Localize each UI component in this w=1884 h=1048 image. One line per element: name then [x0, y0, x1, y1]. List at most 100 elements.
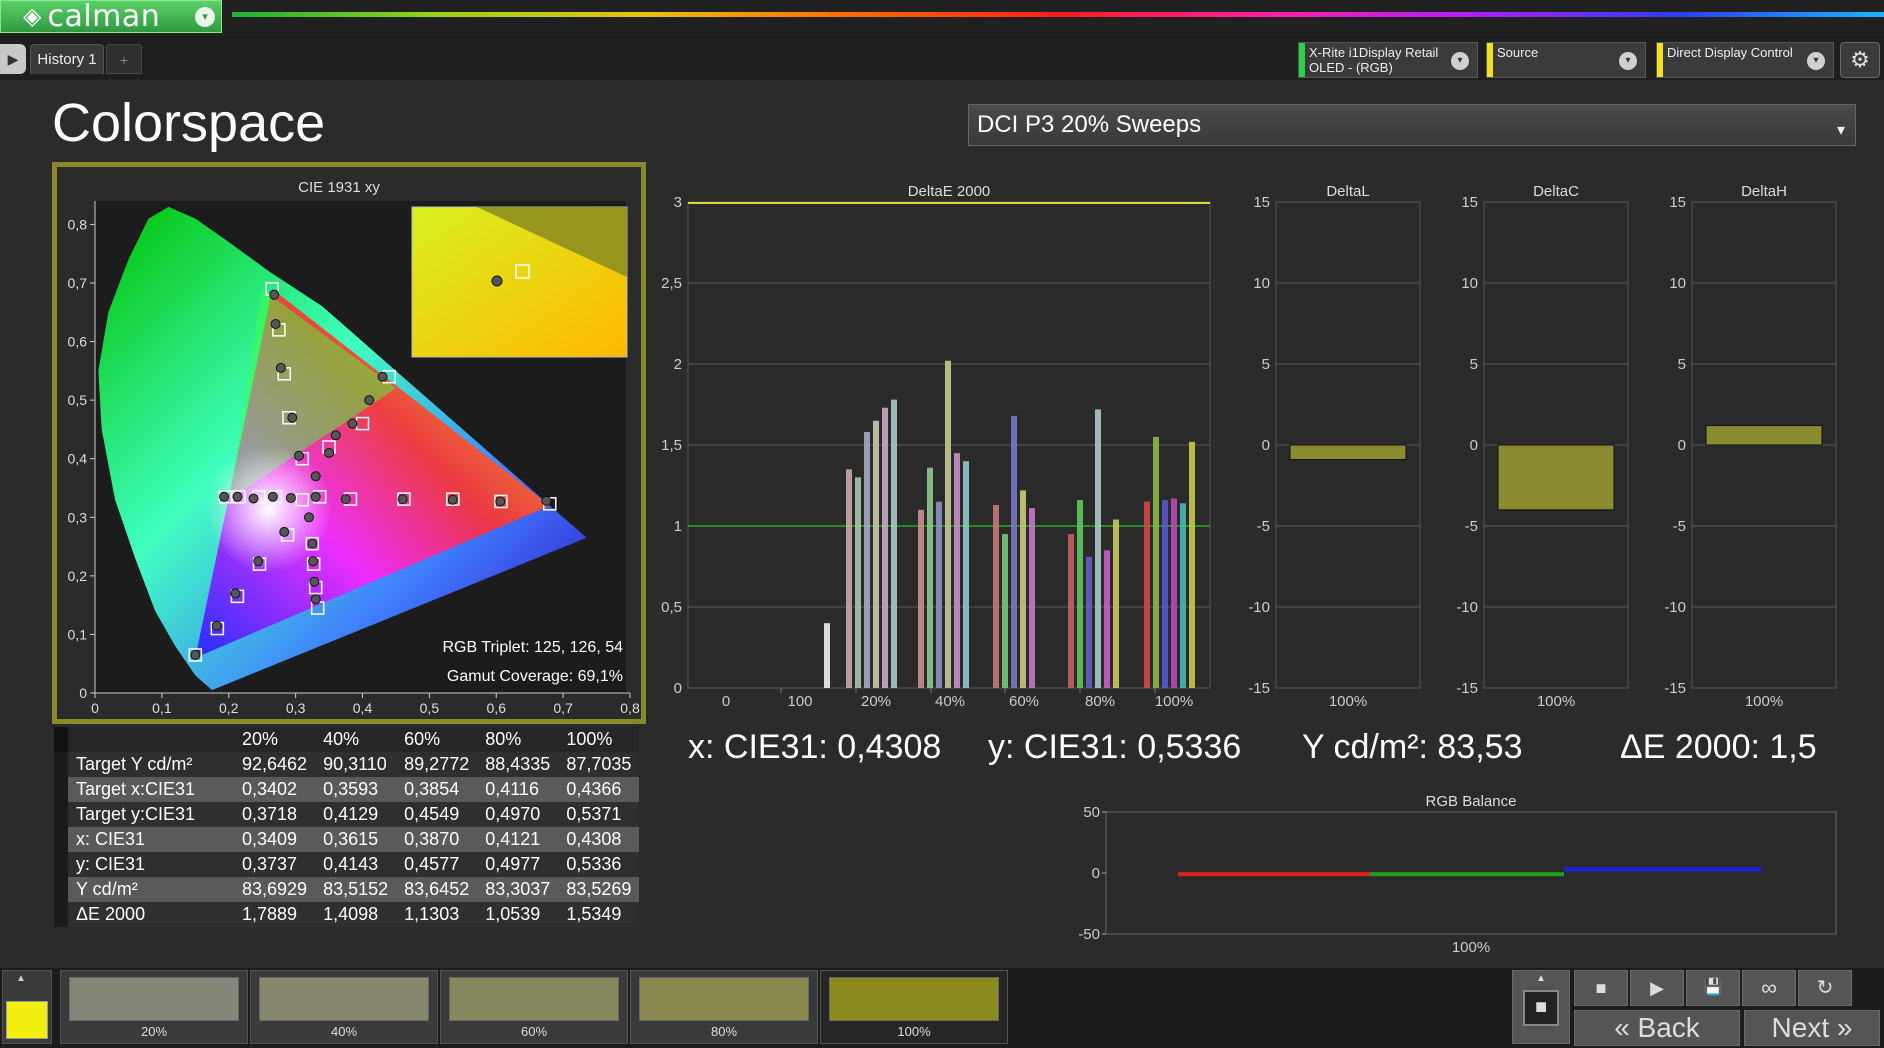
table-cell: 92,6462 — [242, 754, 308, 774]
chevron-down-icon[interactable]: ▾ — [1807, 52, 1825, 70]
table-cell: 0,3870 — [404, 829, 460, 849]
back-icon: « — [1614, 1012, 1630, 1043]
source-selector[interactable]: Source ▾ — [1486, 42, 1646, 78]
table-cell: 0,4116 — [485, 779, 539, 799]
stop-icon[interactable]: ■ — [1523, 990, 1559, 1026]
chevron-down-icon[interactable]: ▾ — [195, 7, 215, 27]
gear-icon[interactable]: ⚙ — [1840, 42, 1880, 78]
workflow-select[interactable]: DCI P3 20% Sweeps ▾ — [968, 104, 1856, 146]
deltae-bar — [882, 407, 888, 688]
deltah-chart: DeltaH 15 10 5 0 -5 -10 -15 100% — [1664, 183, 1837, 710]
row-marker — [54, 802, 68, 827]
row-marker — [54, 752, 68, 777]
stop-panel: ▲ ■ — [1512, 970, 1570, 1044]
chart-title: DeltaL — [1326, 183, 1369, 200]
row-marker — [54, 877, 68, 902]
table-cell: 89,2772 — [404, 754, 470, 774]
x-tick-label: 0 — [722, 693, 730, 710]
x-tick-label: 40% — [935, 693, 965, 710]
patch-swatch-40[interactable]: 40% — [250, 970, 438, 1044]
patch-label: 100% — [897, 1024, 931, 1039]
patch-swatch-80[interactable]: 80% — [630, 970, 818, 1044]
measured-point — [347, 418, 358, 429]
table-row: Target Y cd/m² 92,6462 90,3110 89,2772 88,43… — [54, 752, 640, 777]
x-tick-label: 100% — [1155, 693, 1193, 710]
table-cell: 83,6452 — [404, 879, 470, 899]
collapse-icon[interactable]: ▲ — [1513, 973, 1569, 984]
rgb-balance-line — [1564, 867, 1762, 872]
table-cell: 0,4970 — [485, 804, 541, 824]
table-cell: 1,1303 — [404, 904, 460, 924]
table-cell: 83,5152 — [323, 879, 389, 899]
x-tick-label: 100% — [1452, 939, 1490, 956]
measured-point — [267, 491, 278, 502]
deltae-bar — [954, 453, 960, 688]
rgb-balance-chart: RGB Balance 50 0 -50 100% — [1078, 793, 1837, 956]
y-tick-label: 0 — [1678, 437, 1686, 454]
deltae-bar — [936, 501, 942, 688]
table-header — [68, 727, 234, 752]
deltae-bar — [1086, 556, 1092, 688]
measured-point — [377, 371, 388, 382]
row-label: Y cd/m² — [76, 879, 138, 899]
measured-point — [248, 493, 259, 504]
chevron-down-icon[interactable]: ▾ — [1451, 52, 1469, 70]
display-selector[interactable]: Direct Display Control ▾ — [1656, 42, 1834, 78]
table-cell: 0,3402 — [242, 779, 298, 799]
y-tick-label: 0 — [674, 680, 682, 697]
add-tab-icon[interactable]: + — [106, 44, 142, 74]
measured-point — [230, 588, 241, 599]
tab-history-1[interactable]: History 1 — [30, 44, 104, 74]
row-marker — [54, 777, 68, 802]
y-readout: y: CIE31: 0,5336 — [988, 728, 1242, 766]
measured-point — [397, 494, 408, 505]
deltae-title: DeltaE 2000 — [908, 183, 991, 200]
table-cell: 88,4335 — [485, 754, 551, 774]
y-tick-label: 5 — [1678, 356, 1686, 373]
table-cell: 1,7889 — [242, 904, 298, 924]
deltae-bar — [1153, 436, 1159, 688]
deltae-bar — [824, 623, 830, 688]
panel-toggle-icon[interactable]: ▶ — [0, 44, 26, 74]
table-cell: 0,4143 — [323, 854, 379, 874]
deltae-bar — [1171, 498, 1177, 688]
y-tick-label: 0,4 — [68, 451, 88, 467]
next-button[interactable]: Next » — [1744, 1010, 1880, 1046]
x-tick-label: 0,6 — [487, 700, 507, 716]
stop-button[interactable]: ■ — [1574, 970, 1628, 1006]
measured-point — [541, 495, 552, 506]
row-label: y: CIE31 — [76, 854, 146, 874]
deltae-bar — [993, 504, 999, 688]
table-row: y: CIE31 0,3737 0,4143 0,4577 0,4977 0,5336 — [54, 852, 640, 877]
back-button[interactable]: « Back — [1574, 1010, 1740, 1046]
play-button[interactable]: ▶ — [1630, 970, 1684, 1006]
y-tick-label: 10 — [1253, 275, 1270, 292]
patch-swatch-20[interactable]: 20% — [60, 970, 248, 1044]
patch-swatch-100[interactable]: 100% — [820, 970, 1008, 1044]
delta-bar — [1705, 425, 1823, 446]
rainbow-progress-bar — [232, 12, 1884, 17]
patch-swatch-60[interactable]: 60% — [440, 970, 628, 1044]
patch-color — [69, 977, 239, 1021]
save-icon[interactable]: 💾 — [1686, 970, 1740, 1006]
loop-icon[interactable]: ∞ — [1742, 970, 1796, 1006]
measured-point — [310, 491, 321, 502]
deltae-bar — [918, 509, 924, 688]
patch-label: 60% — [520, 1024, 548, 1039]
y-tick-label: -10 — [1664, 599, 1686, 616]
chevron-down-icon[interactable]: ▾ — [1619, 52, 1637, 70]
back-label: Back — [1637, 1012, 1700, 1043]
chevron-down-icon[interactable]: ▾ — [1837, 111, 1845, 151]
meter-selector[interactable]: X-Rite i1Display Retail OLED - (RGB) ▾ — [1298, 42, 1478, 78]
deltae-bar — [1189, 441, 1195, 688]
measured-point — [304, 512, 314, 523]
chart-title: DeltaC — [1533, 183, 1579, 200]
calman-logo-button[interactable]: ◈ calman ▾ — [0, 0, 222, 34]
x-tick-label: 0,8 — [620, 700, 640, 716]
table-cell: 87,7035 — [566, 754, 632, 774]
deltae-bar — [1077, 500, 1083, 688]
collapse-icon[interactable]: ▲ — [16, 973, 26, 984]
measured-point — [279, 526, 290, 537]
refresh-icon[interactable]: ↻ — [1798, 970, 1852, 1006]
deltae-readout: ΔE 2000: 1,5 — [1620, 728, 1817, 766]
